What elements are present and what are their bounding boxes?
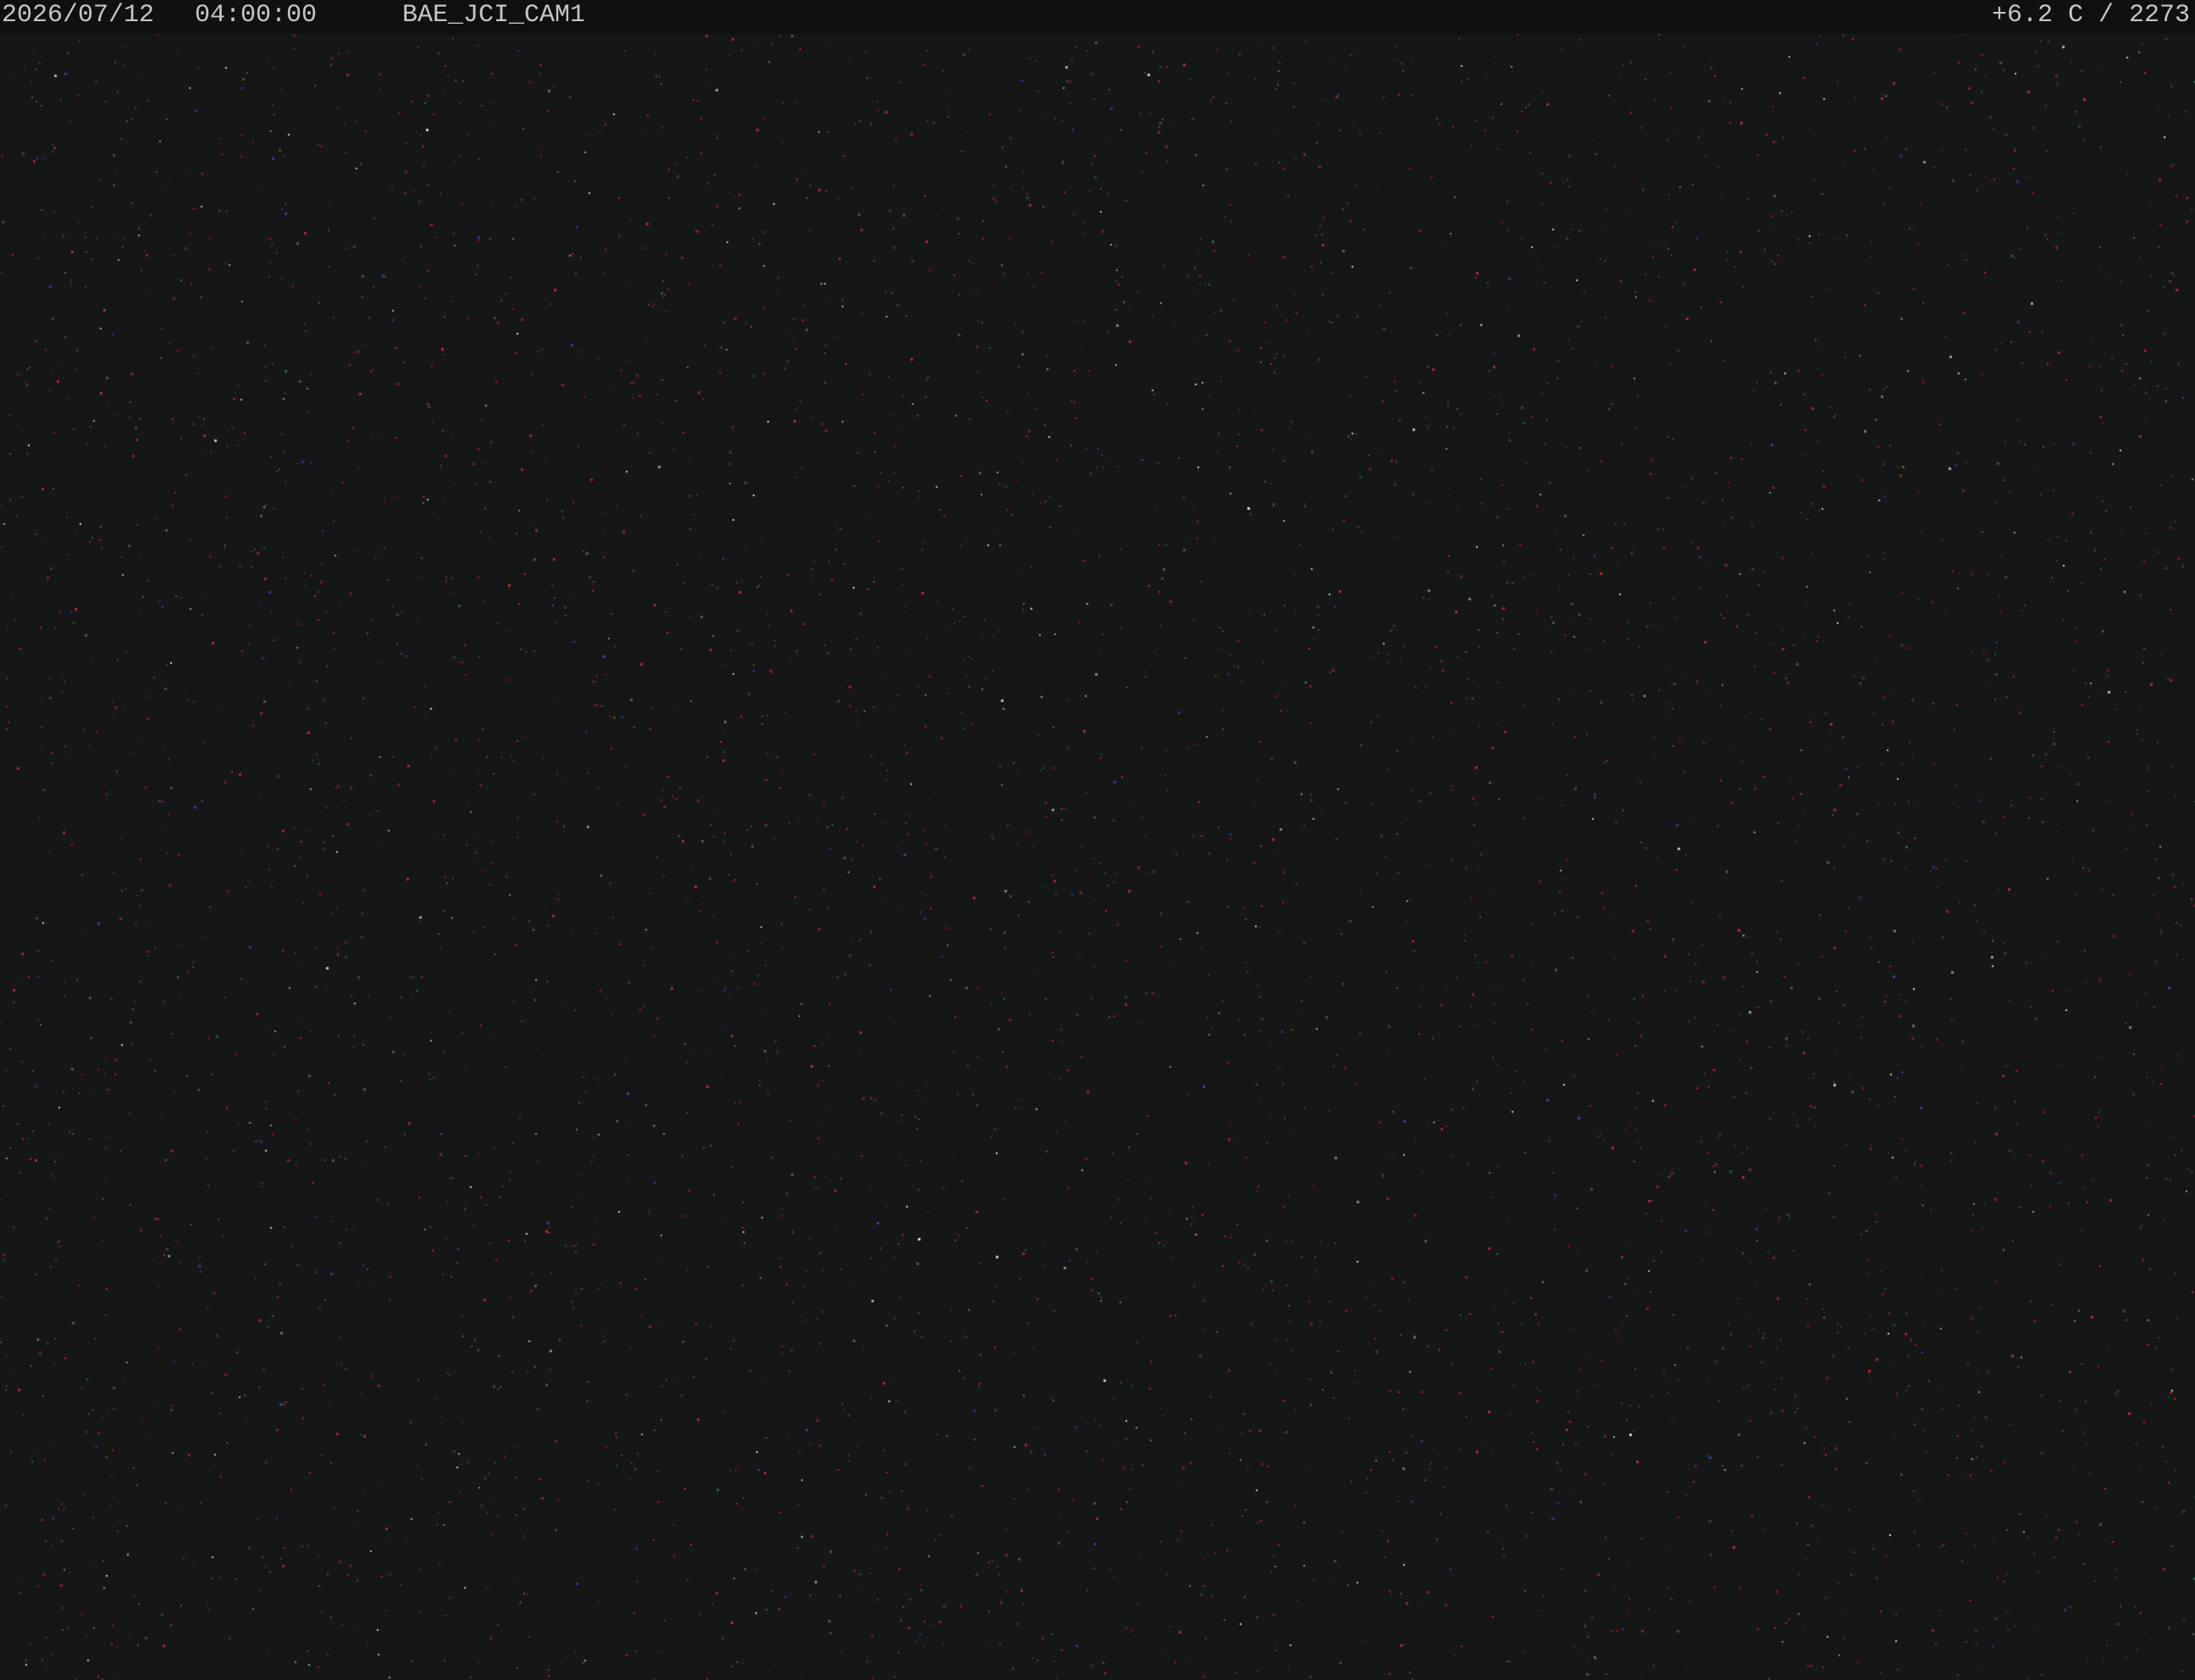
timestamp-date: 2026/07/12	[2, 1, 155, 30]
camera-frame: 2026/07/12 04:00:00 BAE_JCI_CAM1 +6.2 C …	[0, 0, 2195, 1680]
osd-overlay-bar: 2026/07/12 04:00:00 BAE_JCI_CAM1 +6.2 C …	[0, 0, 2195, 34]
sensor-readout: +6.2 C / 2273	[1991, 1, 2190, 30]
night-sky-image	[0, 0, 2195, 1680]
timestamp-time: 04:00:00	[195, 1, 318, 30]
camera-name-label: BAE_JCI_CAM1	[402, 1, 586, 30]
